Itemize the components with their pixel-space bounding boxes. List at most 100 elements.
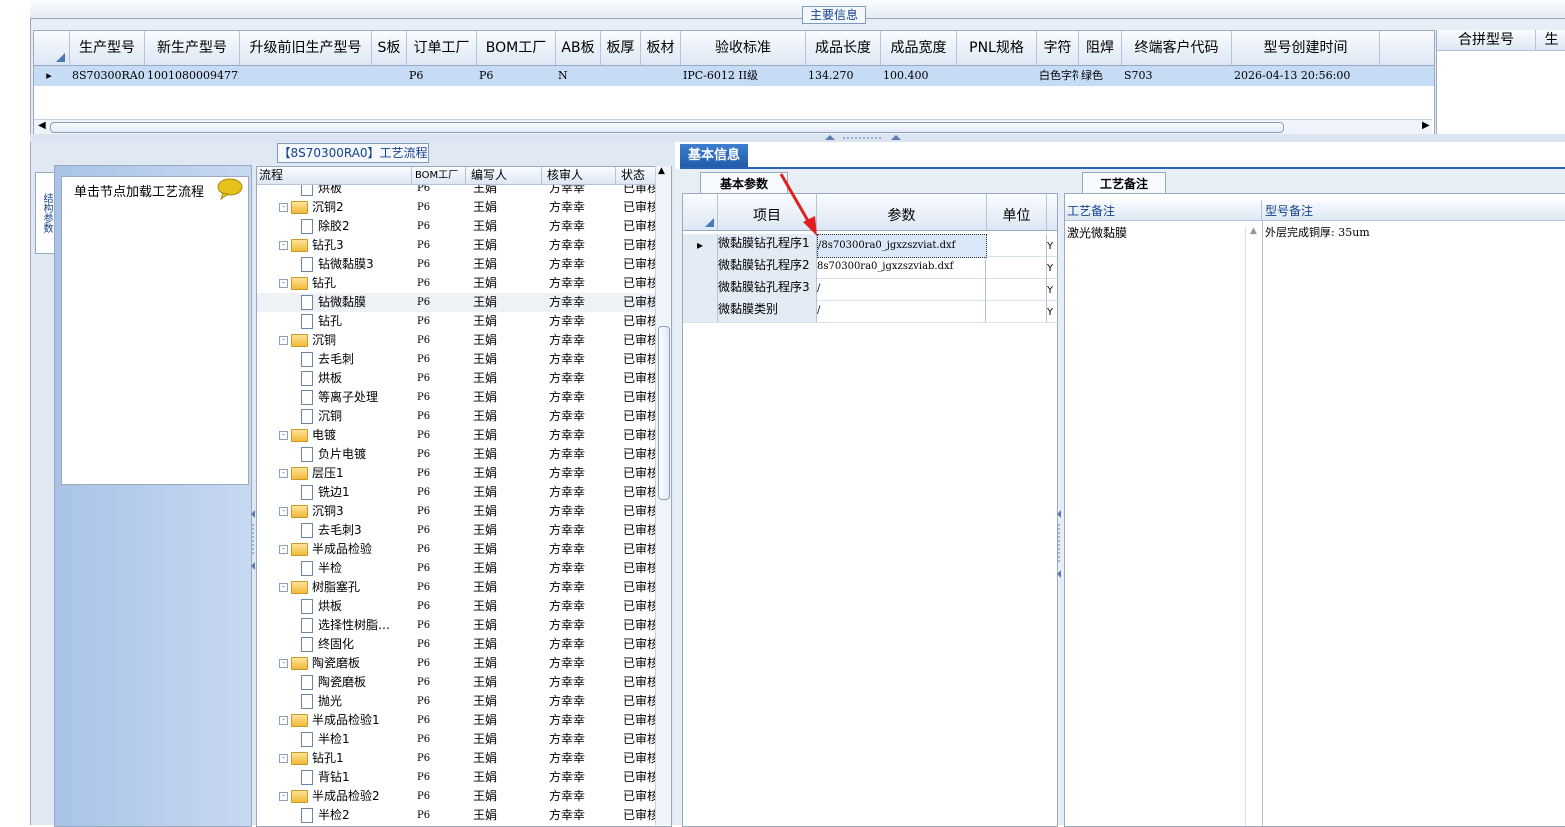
flow-node[interactable]: 钻微黏膜 (301, 293, 407, 312)
col-14-header[interactable]: 字符 (1037, 31, 1079, 65)
splitter-grip-icon[interactable] (825, 134, 905, 142)
col-11-header[interactable]: 成品长度 (806, 31, 881, 65)
flow-tree-row[interactable]: - 层压1 P6 王娟 方幸幸 已审核 (257, 464, 657, 483)
flow-node[interactable]: 去毛刺 (301, 350, 407, 369)
col-4-header[interactable]: S板 (372, 31, 407, 65)
col-15-header[interactable]: 阻焊 (1079, 31, 1122, 65)
col-1-header[interactable]: 生产型号 (70, 31, 145, 65)
cell-4[interactable] (372, 66, 406, 86)
product-grid-row[interactable]: ▸ 8S70300RA0 10010800094772 P6 P6 N IPC-6012 … (34, 66, 1434, 86)
param-value[interactable]: 8s70300ra0_jgxzszviab.dxf (817, 256, 986, 278)
cell-14[interactable]: 白色字符 (1037, 66, 1078, 86)
cell-16[interactable]: S703 (1122, 66, 1231, 86)
col-9-header[interactable]: 板材 (641, 31, 681, 65)
cell-3[interactable] (240, 66, 371, 86)
horizontal-scroll-thumb[interactable] (50, 122, 1284, 133)
cell-5[interactable]: P6 (407, 66, 476, 86)
flow-tree-row[interactable]: - 半成品检验1 P6 王娟 方幸幸 已审核 (257, 711, 657, 730)
flow-tree-row[interactable]: 去毛刺 P6 王娟 方幸幸 已审核 (257, 350, 657, 369)
flow-node[interactable]: 半检 (301, 559, 407, 578)
flow-tree-row[interactable]: 烘板 P6 王娟 方幸幸 已审核 (257, 597, 657, 616)
flow-tree-row[interactable]: 半检1 P6 王娟 方幸幸 已审核 (257, 730, 657, 749)
collapse-toggle-icon[interactable]: - (279, 716, 288, 725)
flow-tree-row[interactable]: 等离子处理 P6 王娟 方幸幸 已审核 (257, 388, 657, 407)
cell-11[interactable]: 134.270 (806, 66, 880, 86)
flow-tree-row[interactable]: - 沉铜 P6 王娟 方幸幸 已审核 (257, 331, 657, 350)
col-flow[interactable]: 流程 (257, 167, 412, 184)
flow-tree-row[interactable]: 终固化 P6 王娟 方幸幸 已审核 (257, 635, 657, 654)
row-indicator[interactable] (683, 256, 718, 278)
flow-node[interactable]: 去毛刺3 (301, 521, 407, 540)
col-10-header[interactable]: 验收标准 (681, 31, 806, 65)
param-value[interactable]: / (817, 278, 986, 300)
row-indicator[interactable] (683, 300, 718, 322)
panel-splitter[interactable] (30, 134, 1565, 142)
flow-node[interactable]: 抛光 (301, 692, 407, 711)
cell-9[interactable] (641, 66, 680, 86)
col-12-header[interactable]: 成品宽度 (881, 31, 957, 65)
flow-node[interactable]: 烘板 (301, 597, 407, 616)
flow-node[interactable]: 烘板 (301, 185, 407, 198)
flow-tree-row[interactable]: 背钻1 P6 王娟 方幸幸 已审核 (257, 768, 657, 787)
col-writer[interactable]: 编写人 (469, 167, 542, 184)
col-5-header[interactable]: 订单工厂 (407, 31, 477, 65)
flow-tree-row[interactable]: 负片电镀 P6 王娟 方幸幸 已审核 (257, 445, 657, 464)
right-collapse-grip[interactable] (1056, 500, 1062, 590)
flow-node[interactable]: - 树脂塞孔 (279, 578, 407, 597)
col-6-header[interactable]: BOM工厂 (477, 31, 556, 65)
cell-17[interactable]: 2026-04-13 20:56:00 (1232, 66, 1379, 86)
flow-tree-row[interactable]: - 沉铜2 P6 王娟 方幸幸 已审核 (257, 198, 657, 217)
collapse-toggle-icon[interactable]: - (279, 241, 288, 250)
process-remark-text[interactable]: 激光微黏膜 (1067, 224, 1127, 241)
param-unit[interactable] (987, 300, 1047, 322)
flow-tree-row[interactable]: - 沉铜3 P6 王娟 方幸幸 已审核 (257, 502, 657, 521)
col-3-header[interactable]: 升级前旧生产型号 (240, 31, 372, 65)
flow-tree-row[interactable]: - 钻孔1 P6 王娟 方幸幸 已审核 (257, 749, 657, 768)
flow-node[interactable]: - 半成品检验2 (279, 787, 407, 806)
col-2-header[interactable]: 新生产型号 (145, 31, 240, 65)
flow-node[interactable]: - 陶瓷磨板 (279, 654, 407, 673)
collapse-toggle-icon[interactable]: - (279, 203, 288, 212)
merge-grid[interactable]: 合拼型号 生 (1436, 30, 1565, 134)
flow-tree-body[interactable]: 烘板 P6 王娟 方幸幸 已审核 - 沉铜2 P6 王娟 方幸幸 已审核 除胶2 P6 王娟 方幸幸 已审核 -… (257, 185, 657, 825)
flow-vertical-scroll-thumb[interactable] (658, 326, 670, 500)
flow-tree-row[interactable]: 钻孔 P6 王娟 方幸幸 已审核 (257, 312, 657, 331)
flow-tree-row[interactable]: 陶瓷磨板 P6 王娟 方幸幸 已审核 (257, 673, 657, 692)
scroll-up-icon[interactable]: ▲ (658, 166, 665, 176)
col-16-header[interactable]: 终端客户代码 (1122, 31, 1232, 65)
param-value[interactable]: /8s70300ra0_jgxzszviat.dxf (817, 234, 987, 258)
flow-node[interactable]: - 电镀 (279, 426, 407, 445)
collapse-toggle-icon[interactable]: - (279, 583, 288, 592)
param-row[interactable]: 微黏膜钻孔程序2 8s70300ra0_jgxzszviab.dxf Y (683, 256, 1057, 279)
flow-tree-row[interactable]: 抛光 P6 王娟 方幸幸 已审核 (257, 692, 657, 711)
side-tab-structure[interactable]: 结构参数 (35, 172, 56, 254)
row-indicator[interactable] (683, 278, 718, 300)
flow-tree-row[interactable]: 去毛刺3 P6 王娟 方幸幸 已审核 (257, 521, 657, 540)
flow-tree-row[interactable]: 除胶2 P6 王娟 方幸幸 已审核 (257, 217, 657, 236)
scroll-up-icon[interactable]: ▲ (1250, 226, 1257, 236)
remarks-panel[interactable]: 工艺备注 型号备注 激光微黏膜 ▲ 外层完成铜厚: 35um (1064, 193, 1565, 827)
cell-1[interactable]: 8S70300RA0 (70, 66, 144, 86)
col-bom-factory[interactable]: BOM工厂 (413, 167, 466, 184)
col-17-header[interactable]: 型号创建时间 (1232, 31, 1380, 65)
cell-13[interactable] (957, 66, 1036, 86)
flow-node[interactable]: 除胶2 (301, 217, 407, 236)
param-value[interactable]: / (817, 300, 986, 322)
flow-tree-row[interactable]: - 钻孔 P6 王娟 方幸幸 已审核 (257, 274, 657, 293)
flow-tree-row[interactable]: 半检 P6 王娟 方幸幸 已审核 (257, 559, 657, 578)
grid-corner[interactable] (34, 31, 70, 65)
col-13-header[interactable]: PNL规格 (957, 31, 1037, 65)
process-remark-scrollbar[interactable]: ▲ (1245, 226, 1262, 826)
flow-node[interactable]: - 沉铜3 (279, 502, 407, 521)
row-indicator[interactable]: ▸ (683, 234, 718, 256)
flow-node[interactable]: 钻孔 (301, 312, 407, 331)
flow-node[interactable]: - 半成品检验1 (279, 711, 407, 730)
tab-process-remarks[interactable]: 工艺备注 (1082, 172, 1166, 195)
flow-tree-row[interactable]: - 半成品检验 P6 王娟 方幸幸 已审核 (257, 540, 657, 559)
left-collapse-grip[interactable] (251, 500, 255, 580)
flow-node[interactable]: 半检2 (301, 806, 407, 825)
cell-12[interactable]: 100.400 (881, 66, 956, 86)
flow-tree-row[interactable]: 选择性树脂… P6 王娟 方幸幸 已审核 (257, 616, 657, 635)
param-unit[interactable] (987, 278, 1047, 300)
collapse-toggle-icon[interactable]: - (279, 431, 288, 440)
